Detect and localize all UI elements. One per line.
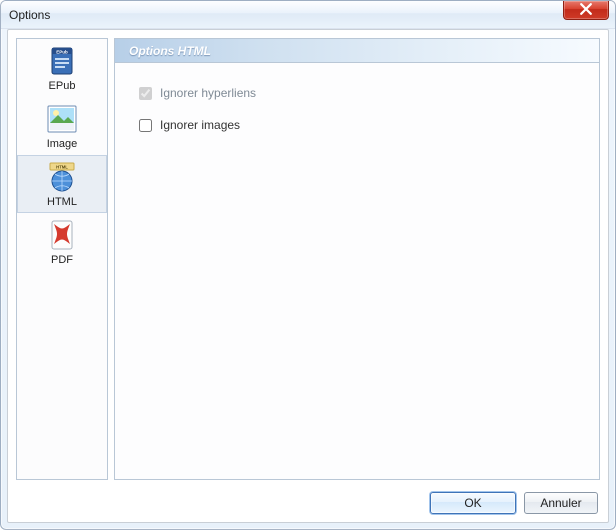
options-panel: Options HTML Ignorer hyperliens Ignorer …	[114, 38, 600, 480]
ignore-images-checkbox[interactable]	[139, 119, 152, 132]
sidebar-item-label: PDF	[51, 254, 73, 266]
sidebar-item-html[interactable]: HTML HTML	[17, 155, 107, 213]
sidebar-item-label: Image	[47, 138, 78, 150]
svg-text:HTML: HTML	[56, 164, 68, 169]
options-dialog: Options EPub	[0, 0, 616, 530]
panel-body: Ignorer hyperliens Ignorer images	[115, 63, 599, 167]
close-icon	[580, 3, 592, 18]
cancel-button[interactable]: Annuler	[524, 492, 598, 514]
ok-button-label: OK	[464, 496, 481, 510]
ignore-images-label: Ignorer images	[160, 118, 240, 132]
sidebar-item-pdf[interactable]: PDF	[17, 213, 107, 271]
dialog-footer: OK Annuler	[8, 484, 608, 522]
html-icon: HTML	[46, 161, 78, 193]
option-ignore-images[interactable]: Ignorer images	[139, 115, 575, 135]
panel-title: Options HTML	[115, 39, 599, 63]
category-sidebar: EPub EPub	[16, 38, 108, 480]
client-area: EPub EPub	[7, 29, 609, 523]
option-ignore-hyperlinks: Ignorer hyperliens	[139, 83, 575, 103]
sidebar-item-label: HTML	[47, 196, 77, 208]
ignore-hyperlinks-checkbox	[139, 87, 152, 100]
window-title: Options	[9, 8, 50, 22]
sidebar-item-label: EPub	[49, 80, 76, 92]
title-bar: Options	[1, 1, 615, 29]
svg-text:EPub: EPub	[56, 49, 68, 54]
cancel-button-label: Annuler	[540, 496, 581, 510]
epub-icon: EPub	[46, 45, 78, 77]
image-icon	[46, 103, 78, 135]
sidebar-item-epub[interactable]: EPub EPub	[17, 39, 107, 97]
sidebar-item-image[interactable]: Image	[17, 97, 107, 155]
window-close-button[interactable]	[563, 0, 609, 20]
ignore-hyperlinks-label: Ignorer hyperliens	[160, 86, 256, 100]
pdf-icon	[46, 219, 78, 251]
ok-button[interactable]: OK	[430, 492, 516, 514]
